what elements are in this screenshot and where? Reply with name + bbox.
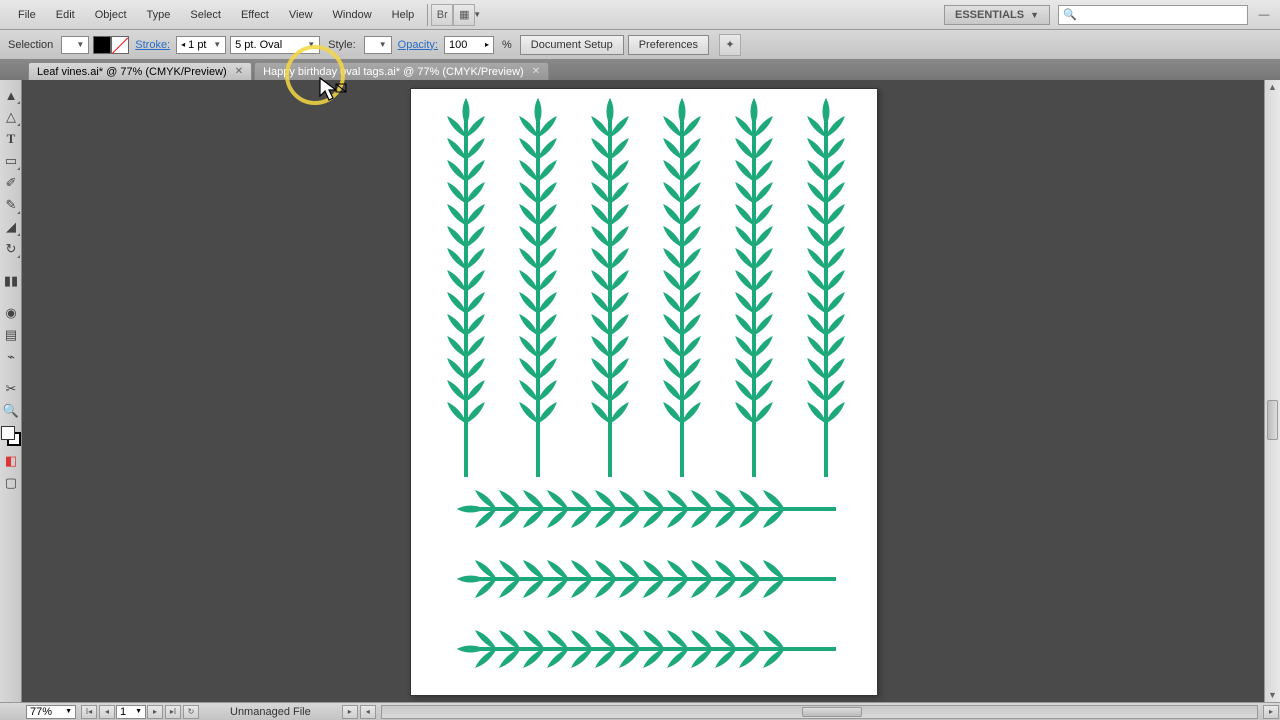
bridge-icon[interactable]: Br (431, 4, 453, 26)
brush-dropdown[interactable]: 5 pt. Oval ▼ (230, 36, 320, 54)
slice-tool[interactable]: ✂ (1, 379, 21, 399)
artboard-number-input[interactable]: 1 ▼ (116, 705, 146, 719)
menu-file[interactable]: File (8, 3, 46, 27)
vertical-scrollbar[interactable]: ▲ ▼ (1264, 80, 1280, 702)
menu-effect[interactable]: Effect (231, 3, 279, 27)
screen-mode[interactable]: ▢ (1, 473, 21, 493)
workspace-switcher[interactable]: ESSENTIALS ▼ (944, 5, 1050, 25)
rotate-tool[interactable]: ↻ (1, 239, 21, 259)
horizontal-scrollbar[interactable] (381, 705, 1258, 719)
tab-happy-birthday[interactable]: Happy birthday oval tags.ai* @ 77% (CMYK… (254, 62, 549, 80)
eyedropper-tool[interactable]: ◉ (1, 303, 21, 323)
chevron-down-icon[interactable]: ▼ (473, 10, 481, 19)
status-corner (0, 702, 22, 720)
first-artboard-button[interactable]: I◂ (81, 705, 97, 719)
menu-edit[interactable]: Edit (46, 3, 85, 27)
brush-value: 5 pt. Oval (235, 39, 282, 51)
next-artboard-button[interactable]: ▸ (147, 705, 163, 719)
prev-artboard-button[interactable]: ◂ (99, 705, 115, 719)
artboard-nav-icon[interactable]: ↻ (183, 705, 199, 719)
zoom-tool[interactable]: 🔍 (1, 401, 21, 421)
close-icon[interactable]: ✕ (235, 66, 243, 77)
artboard[interactable] (410, 88, 878, 696)
opacity-label[interactable]: Opacity: (396, 39, 440, 51)
menu-select[interactable]: Select (180, 3, 231, 27)
status-menu-icon[interactable]: ▸ (342, 705, 358, 719)
type-tool[interactable]: T (1, 129, 21, 149)
selection-label: Selection (4, 39, 57, 51)
stroke-weight-value: 1 pt (188, 39, 206, 51)
artboard-number: 1 (120, 706, 126, 718)
close-icon[interactable]: ✕ (532, 66, 540, 77)
paintbrush-tool[interactable]: ✐ (1, 173, 21, 193)
arrange-docs-icon[interactable]: ▦ (453, 4, 475, 26)
artwork-leaves (411, 89, 879, 697)
search-input[interactable]: 🔍 (1058, 5, 1248, 25)
zoom-input[interactable]: 77% ▼ (26, 705, 76, 719)
file-status-label: Unmanaged File (230, 706, 311, 718)
stroke-weight-input[interactable]: ◂ 1 pt ▼ (176, 36, 226, 54)
status-bar: 77% ▼ I◂ ◂ 1 ▼ ▸ ▸I ↻ Unmanaged File ▸ ◂… (22, 702, 1280, 720)
style-dropdown[interactable]: ▼ (364, 36, 392, 54)
menu-bar: File Edit Object Type Select Effect View… (0, 0, 1280, 30)
scroll-thumb[interactable] (1267, 400, 1278, 440)
opacity-input[interactable]: 100 ▸ (444, 36, 494, 54)
chevron-down-icon: ▼ (1030, 10, 1039, 20)
tab-label: Leaf vines.ai* @ 77% (CMYK/Preview) (37, 66, 227, 78)
style-label: Style: (324, 39, 360, 51)
menu-object[interactable]: Object (85, 3, 137, 27)
document-setup-button[interactable]: Document Setup (520, 35, 624, 55)
color-mode[interactable]: ◧ (1, 451, 21, 471)
fill-stroke-swatch[interactable] (93, 36, 129, 54)
tools-panel: ▲ △ T ▭ ✐ ✎ ◢ ↻ ▮▮ ◉ ▤ ⌁ ✂ 🔍 ◧ ▢ (0, 80, 22, 702)
fill-stroke-indicator[interactable] (1, 426, 21, 446)
canvas-area: ▲ ▼ (22, 80, 1280, 702)
search-icon: 🔍 (1063, 8, 1077, 21)
rectangle-tool[interactable]: ▭ (1, 151, 21, 171)
pencil-tool[interactable]: ✎ (1, 195, 21, 215)
graph-tool[interactable]: ▮▮ (1, 271, 21, 291)
menu-help[interactable]: Help (382, 3, 425, 27)
control-bar: Selection ▼ Stroke: ◂ 1 pt ▼ 5 pt. Oval … (0, 30, 1280, 60)
percent-label: % (498, 39, 516, 51)
divider (427, 4, 428, 26)
selection-tool[interactable]: ▲ (1, 85, 21, 105)
hscroll-right-icon[interactable]: ▸ (1263, 705, 1279, 719)
scroll-up-icon[interactable]: ▲ (1265, 80, 1280, 94)
menu-type[interactable]: Type (137, 3, 181, 27)
stroke-swatch[interactable] (111, 36, 129, 54)
stroke-label[interactable]: Stroke: (133, 39, 172, 51)
fill-swatch[interactable] (93, 36, 111, 54)
fill-dropdown[interactable]: ▼ (61, 36, 89, 54)
gradient-tool[interactable]: ▤ (1, 325, 21, 345)
menu-window[interactable]: Window (323, 3, 382, 27)
tab-leaf-vines[interactable]: Leaf vines.ai* @ 77% (CMYK/Preview) ✕ (28, 62, 252, 80)
zoom-value: 77% (30, 706, 52, 718)
menu-view[interactable]: View (279, 3, 323, 27)
last-artboard-button[interactable]: ▸I (165, 705, 181, 719)
scroll-down-icon[interactable]: ▼ (1265, 688, 1280, 702)
align-icon[interactable]: ✦ (719, 34, 741, 56)
hscroll-left-icon[interactable]: ◂ (360, 705, 376, 719)
preferences-button[interactable]: Preferences (628, 35, 709, 55)
eraser-tool[interactable]: ◢ (1, 217, 21, 237)
document-tabs: Leaf vines.ai* @ 77% (CMYK/Preview) ✕ Ha… (0, 60, 1280, 80)
hscroll-thumb[interactable] (802, 707, 862, 717)
workspace-label: ESSENTIALS (955, 9, 1024, 21)
minimize-button[interactable]: — (1256, 7, 1272, 23)
tab-label: Happy birthday oval tags.ai* @ 77% (CMYK… (263, 66, 524, 78)
direct-selection-tool[interactable]: △ (1, 107, 21, 127)
blend-tool[interactable]: ⌁ (1, 347, 21, 367)
opacity-value: 100 (449, 39, 467, 51)
